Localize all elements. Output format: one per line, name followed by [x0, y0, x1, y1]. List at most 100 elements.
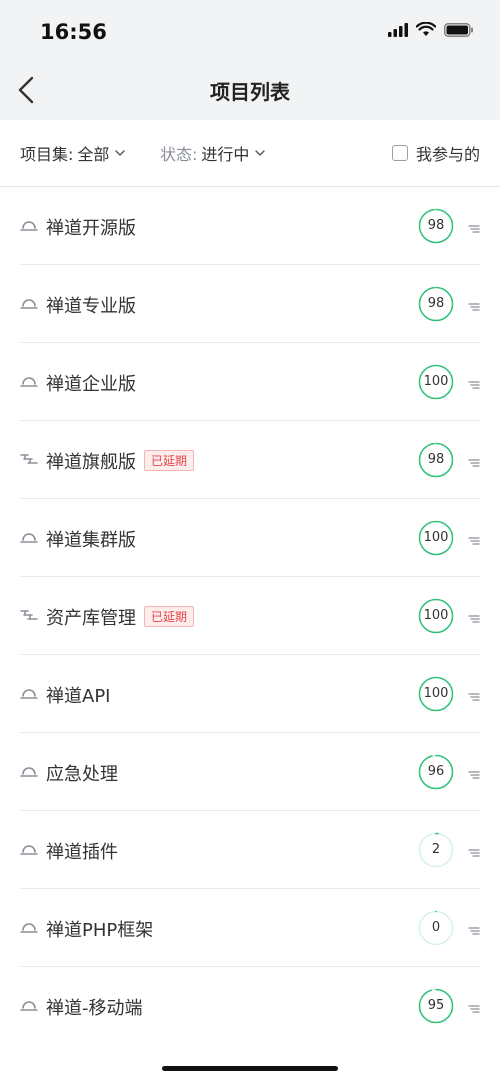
project-set-label: 项目集:: [20, 145, 74, 164]
progress-ring: 96: [418, 754, 454, 790]
scrum-icon: [20, 295, 38, 313]
progress-value: 96: [427, 764, 445, 779]
project-name-text: 应急处理: [46, 764, 118, 785]
progress-value: 100: [423, 374, 449, 389]
participated-checkbox[interactable]: [391, 145, 408, 161]
progress-value: 98: [427, 296, 445, 311]
row-menu-icon[interactable]: [468, 844, 480, 857]
project-row[interactable]: 禅道专业版 98: [20, 265, 480, 343]
progress-value: 100: [423, 686, 449, 701]
participated-label: 我参与的: [415, 145, 480, 164]
status-bar: 16:56: [0, 0, 500, 60]
status-time: 16:56: [40, 20, 107, 44]
project-row[interactable]: 禅道企业版 100: [20, 343, 480, 421]
project-name: 禅道-移动端: [46, 994, 143, 1020]
project-set-filter[interactable]: 项目集: 全部: [20, 141, 126, 165]
project-name-text: 禅道集群版: [46, 530, 136, 551]
project-row[interactable]: 资产库管理 已延期 100: [20, 577, 480, 655]
scrum-icon: [20, 919, 38, 937]
waterfall-icon: [20, 607, 38, 625]
progress-value: 100: [423, 608, 449, 623]
progress-value: 2: [431, 842, 441, 857]
wifi-icon: [416, 22, 436, 36]
scrum-icon: [20, 841, 38, 859]
project-name: 禅道企业版: [46, 370, 136, 396]
project-name-text: 禅道企业版: [46, 374, 136, 395]
project-row[interactable]: 禅道插件 2: [20, 811, 480, 889]
scrum-icon: [20, 373, 38, 391]
page-title: 项目列表: [210, 80, 290, 104]
progress-value: 100: [423, 530, 449, 545]
cellular-signal-icon: [388, 22, 408, 37]
project-name-text: 禅道API: [46, 686, 111, 707]
project-row[interactable]: 禅道PHP框架 0: [20, 889, 480, 967]
participated-filter[interactable]: 我参与的: [391, 141, 480, 165]
progress-value: 98: [427, 218, 445, 233]
row-menu-icon[interactable]: [468, 766, 480, 779]
project-name-text: 资产库管理: [46, 608, 136, 629]
scrum-icon: [20, 997, 38, 1015]
row-menu-icon[interactable]: [468, 532, 480, 545]
project-set-value: 全部: [77, 145, 110, 164]
row-menu-icon[interactable]: [468, 922, 480, 935]
project-name: 禅道API: [46, 682, 110, 708]
project-name: 应急处理: [46, 760, 118, 786]
delayed-badge: 已延期: [144, 606, 195, 627]
progress-value: 95: [427, 998, 445, 1013]
row-menu-icon[interactable]: [468, 376, 480, 389]
progress-ring: 100: [418, 364, 454, 400]
waterfall-icon: [20, 451, 38, 469]
battery-icon: [444, 22, 473, 37]
progress-ring: 98: [418, 442, 454, 478]
project-name: 资产库管理 已延期: [46, 604, 195, 630]
project-name-text: 禅道插件: [46, 842, 118, 863]
progress-ring: 98: [418, 208, 454, 244]
project-name-text: 禅道专业版: [46, 296, 136, 317]
progress-ring: 98: [418, 286, 454, 322]
progress-ring: 100: [418, 676, 454, 712]
project-name: 禅道PHP框架: [46, 916, 153, 942]
scrum-icon: [20, 217, 38, 235]
project-name: 禅道旗舰版 已延期: [46, 448, 195, 474]
project-name: 禅道专业版: [46, 292, 136, 318]
project-row[interactable]: 禅道旗舰版 已延期 98: [20, 421, 480, 499]
progress-ring: 0: [418, 910, 454, 946]
chevron-down-icon: [255, 150, 266, 156]
row-menu-icon[interactable]: [468, 610, 480, 623]
row-menu-icon[interactable]: [468, 298, 480, 311]
navigation-bar: 项目列表: [0, 60, 500, 120]
status-label: 状态:: [160, 145, 198, 164]
progress-ring: 2: [418, 832, 454, 868]
scrum-icon: [20, 763, 38, 781]
row-menu-icon[interactable]: [468, 454, 480, 467]
home-indicator: [162, 1066, 338, 1071]
progress-ring: 100: [418, 598, 454, 634]
project-row[interactable]: 应急处理 96: [20, 733, 480, 811]
row-menu-icon[interactable]: [468, 1000, 480, 1013]
project-name-text: 禅道旗舰版: [46, 452, 136, 473]
project-name: 禅道插件: [46, 838, 118, 864]
row-menu-icon[interactable]: [468, 688, 480, 701]
delayed-badge: 已延期: [144, 450, 195, 471]
status-value: 进行中: [201, 145, 250, 164]
progress-value: 98: [427, 452, 445, 467]
scrum-icon: [20, 529, 38, 547]
row-menu-icon[interactable]: [468, 220, 480, 233]
project-row[interactable]: 禅道开源版 98: [20, 187, 480, 265]
chevron-down-icon: [115, 150, 126, 156]
project-name: 禅道集群版: [46, 526, 136, 552]
progress-value: 0: [431, 920, 441, 935]
progress-ring: 95: [418, 988, 454, 1024]
project-row[interactable]: 禅道API 100: [20, 655, 480, 733]
project-name-text: 禅道-移动端: [46, 998, 143, 1019]
project-name: 禅道开源版: [46, 214, 136, 240]
status-icons: [388, 22, 474, 37]
filter-bar: 项目集: 全部 状态: 进行中 我参与的: [0, 120, 500, 187]
project-name-text: 禅道PHP框架: [46, 920, 154, 941]
project-name-text: 禅道开源版: [46, 218, 136, 239]
status-filter[interactable]: 状态: 进行中: [160, 141, 266, 165]
project-row[interactable]: 禅道集群版 100: [20, 499, 480, 577]
project-row[interactable]: 禅道-移动端 95: [20, 967, 480, 1044]
progress-ring: 100: [418, 520, 454, 556]
scrum-icon: [20, 685, 38, 703]
